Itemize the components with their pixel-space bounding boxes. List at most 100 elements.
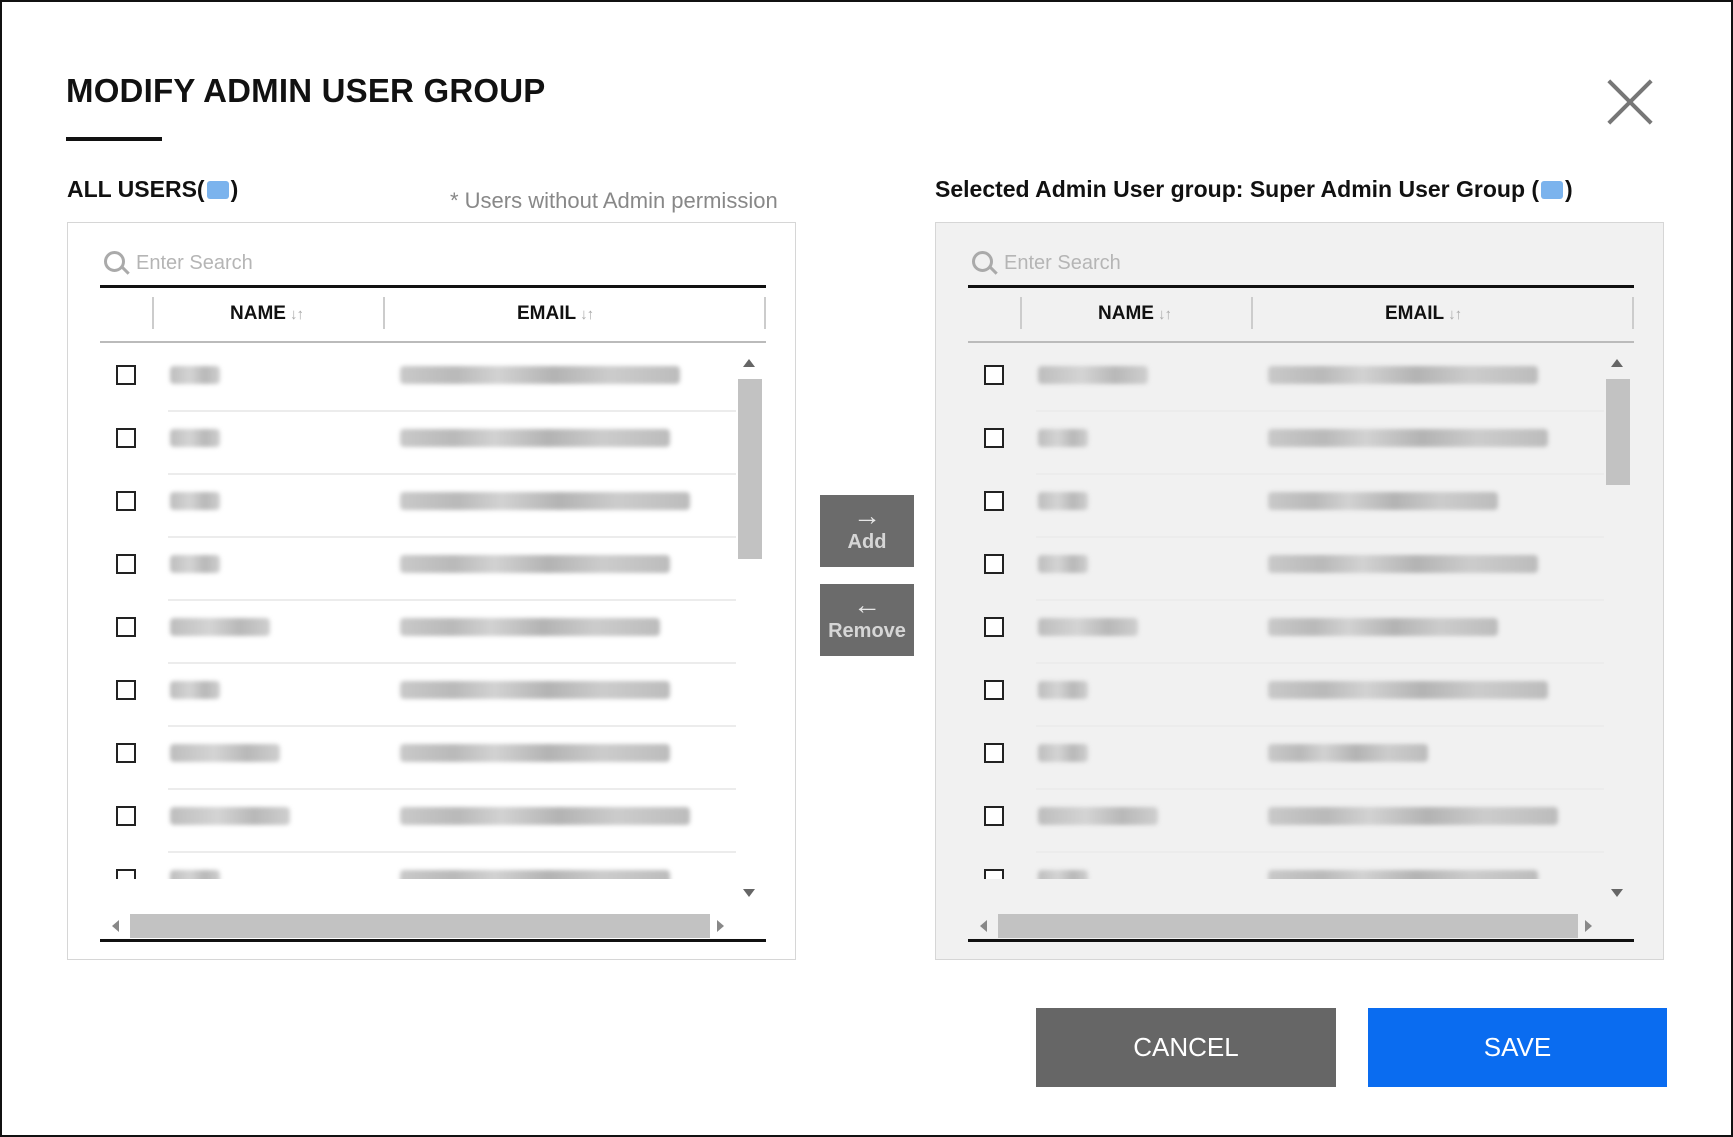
scroll-down-icon[interactable]: [1611, 889, 1623, 897]
selected-group-row[interactable]: [968, 664, 1604, 727]
search-icon: [972, 251, 993, 272]
all-users-vertical-scrollbar[interactable]: [736, 349, 762, 907]
selected-group-row[interactable]: [968, 853, 1604, 879]
redacted-name: [170, 681, 220, 699]
redacted-name: [1038, 870, 1088, 879]
row-checkbox[interactable]: [116, 869, 136, 879]
email-column-header[interactable]: EMAIL ↓↑: [517, 303, 594, 325]
redacted-email: [400, 744, 670, 762]
row-checkbox[interactable]: [984, 869, 1004, 879]
selected-group-search-input[interactable]: [1002, 245, 1606, 281]
redacted-name: [1038, 744, 1088, 762]
all-users-row[interactable]: [100, 601, 736, 664]
row-checkbox[interactable]: [984, 491, 1004, 511]
close-icon[interactable]: [1606, 78, 1654, 126]
all-users-search-input[interactable]: [134, 245, 738, 281]
redacted-name: [1038, 429, 1088, 447]
row-checkbox[interactable]: [984, 806, 1004, 826]
sort-arrows-icon[interactable]: ↓↑: [290, 306, 304, 323]
redacted-email: [400, 492, 690, 510]
redacted-name: [1038, 681, 1088, 699]
redacted-name: [170, 366, 220, 384]
scroll-right-icon[interactable]: [1585, 920, 1592, 932]
selected-group-row[interactable]: [968, 349, 1604, 412]
all-users-horizontal-scrollbar[interactable]: [100, 913, 736, 939]
remove-button[interactable]: ← Remove: [820, 584, 914, 656]
row-checkbox[interactable]: [116, 743, 136, 763]
redacted-name: [170, 429, 220, 447]
scroll-up-icon[interactable]: [743, 359, 755, 367]
all-users-table-body: [100, 349, 766, 879]
row-checkbox[interactable]: [116, 491, 136, 511]
redacted-email: [400, 681, 670, 699]
redacted-name: [1038, 366, 1148, 384]
scroll-down-icon[interactable]: [743, 889, 755, 897]
redacted-email: [1268, 366, 1538, 384]
selected-group-row[interactable]: [968, 538, 1604, 601]
sort-arrows-icon[interactable]: ↓↑: [1448, 306, 1462, 323]
selected-group-row[interactable]: [968, 475, 1604, 538]
redacted-email: [400, 429, 670, 447]
table-bottom-border: [100, 939, 766, 942]
selected-group-row[interactable]: [968, 412, 1604, 475]
redacted-name: [170, 807, 290, 825]
row-checkbox[interactable]: [984, 680, 1004, 700]
name-column-header[interactable]: NAME ↓↑: [230, 303, 304, 325]
redacted-name: [170, 744, 280, 762]
row-checkbox[interactable]: [984, 428, 1004, 448]
cancel-button[interactable]: CANCEL: [1036, 1008, 1336, 1087]
scroll-thumb[interactable]: [738, 379, 762, 559]
row-checkbox[interactable]: [984, 365, 1004, 385]
column-separator: [764, 297, 766, 329]
redacted-email: [1268, 492, 1498, 510]
all-users-row[interactable]: [100, 475, 736, 538]
all-users-panel: NAME↓↑ EMAIL↓↑: [67, 222, 796, 960]
add-button-label: Add: [847, 531, 887, 553]
row-checkbox[interactable]: [116, 428, 136, 448]
scroll-thumb[interactable]: [998, 914, 1578, 938]
all-users-row[interactable]: [100, 664, 736, 727]
all-users-row[interactable]: [100, 349, 736, 412]
admin-permission-note: * Users without Admin permission: [450, 188, 778, 213]
column-separator: [1632, 297, 1634, 329]
all-users-row[interactable]: [100, 853, 736, 879]
all-users-row[interactable]: [100, 790, 736, 853]
name-column-label: NAME: [230, 303, 286, 324]
sort-arrows-icon[interactable]: ↓↑: [580, 306, 594, 323]
all-users-row[interactable]: [100, 727, 736, 790]
row-checkbox[interactable]: [984, 554, 1004, 574]
scroll-left-icon[interactable]: [112, 920, 119, 932]
scroll-right-icon[interactable]: [717, 920, 724, 932]
selected-group-vertical-scrollbar[interactable]: [1604, 349, 1630, 907]
all-users-label-suffix: ): [230, 176, 239, 202]
sort-arrows-icon[interactable]: ↓↑: [1158, 306, 1172, 323]
all-users-row[interactable]: [100, 538, 736, 601]
name-column-header[interactable]: NAME ↓↑: [1098, 303, 1172, 325]
save-button[interactable]: SAVE: [1368, 1008, 1667, 1087]
row-checkbox[interactable]: [116, 680, 136, 700]
redacted-name: [170, 618, 270, 636]
row-checkbox[interactable]: [116, 554, 136, 574]
scroll-left-icon[interactable]: [980, 920, 987, 932]
row-checkbox[interactable]: [984, 743, 1004, 763]
scroll-up-icon[interactable]: [1611, 359, 1623, 367]
column-separator: [1020, 297, 1022, 329]
selected-group-row[interactable]: [968, 727, 1604, 790]
scroll-thumb[interactable]: [1606, 379, 1630, 485]
title-underline: [66, 137, 162, 141]
scroll-thumb[interactable]: [130, 914, 710, 938]
add-button[interactable]: → Add: [820, 495, 914, 567]
row-checkbox[interactable]: [116, 365, 136, 385]
email-column-header[interactable]: EMAIL ↓↑: [1385, 303, 1462, 325]
selected-group-table-header: NAME ↓↑ EMAIL ↓↑: [968, 289, 1634, 343]
selected-group-row[interactable]: [968, 790, 1604, 853]
row-checkbox[interactable]: [116, 806, 136, 826]
row-checkbox[interactable]: [116, 617, 136, 637]
redacted-email: [1268, 555, 1538, 573]
selected-group-horizontal-scrollbar[interactable]: [968, 913, 1604, 939]
all-users-row[interactable]: [100, 412, 736, 475]
redacted-email: [1268, 807, 1558, 825]
selected-group-row[interactable]: [968, 601, 1604, 664]
row-checkbox[interactable]: [984, 617, 1004, 637]
column-separator: [1251, 297, 1253, 329]
